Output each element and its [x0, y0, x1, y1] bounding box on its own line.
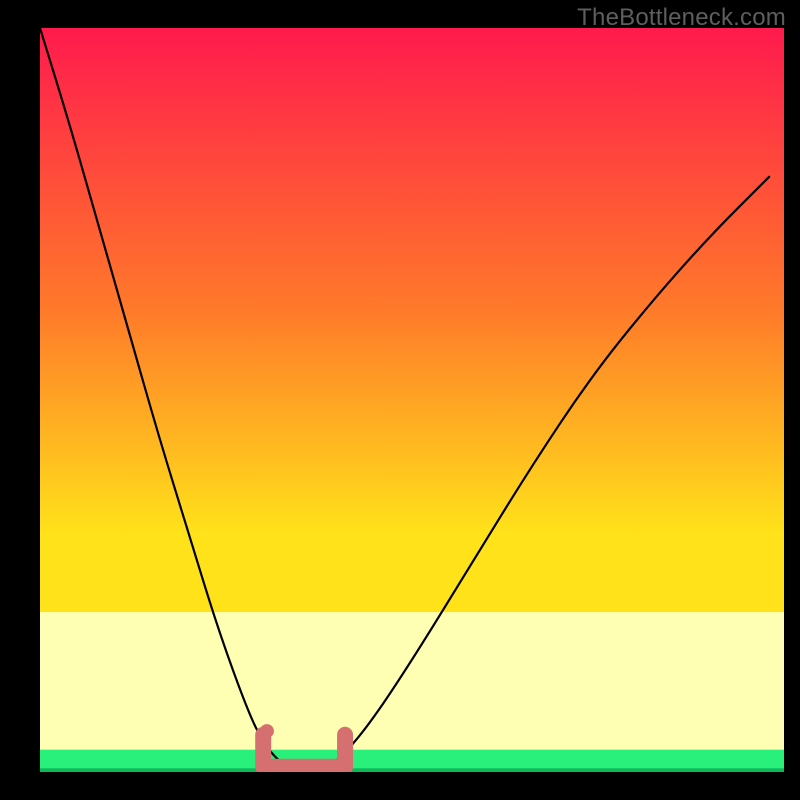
chart-svg [40, 28, 784, 772]
outer-frame: TheBottleneck.com [0, 0, 800, 800]
chart-area [40, 28, 784, 772]
min-marker-dot [260, 724, 274, 738]
deep-green-band [40, 768, 784, 772]
pale-yellow-band [40, 612, 784, 772]
